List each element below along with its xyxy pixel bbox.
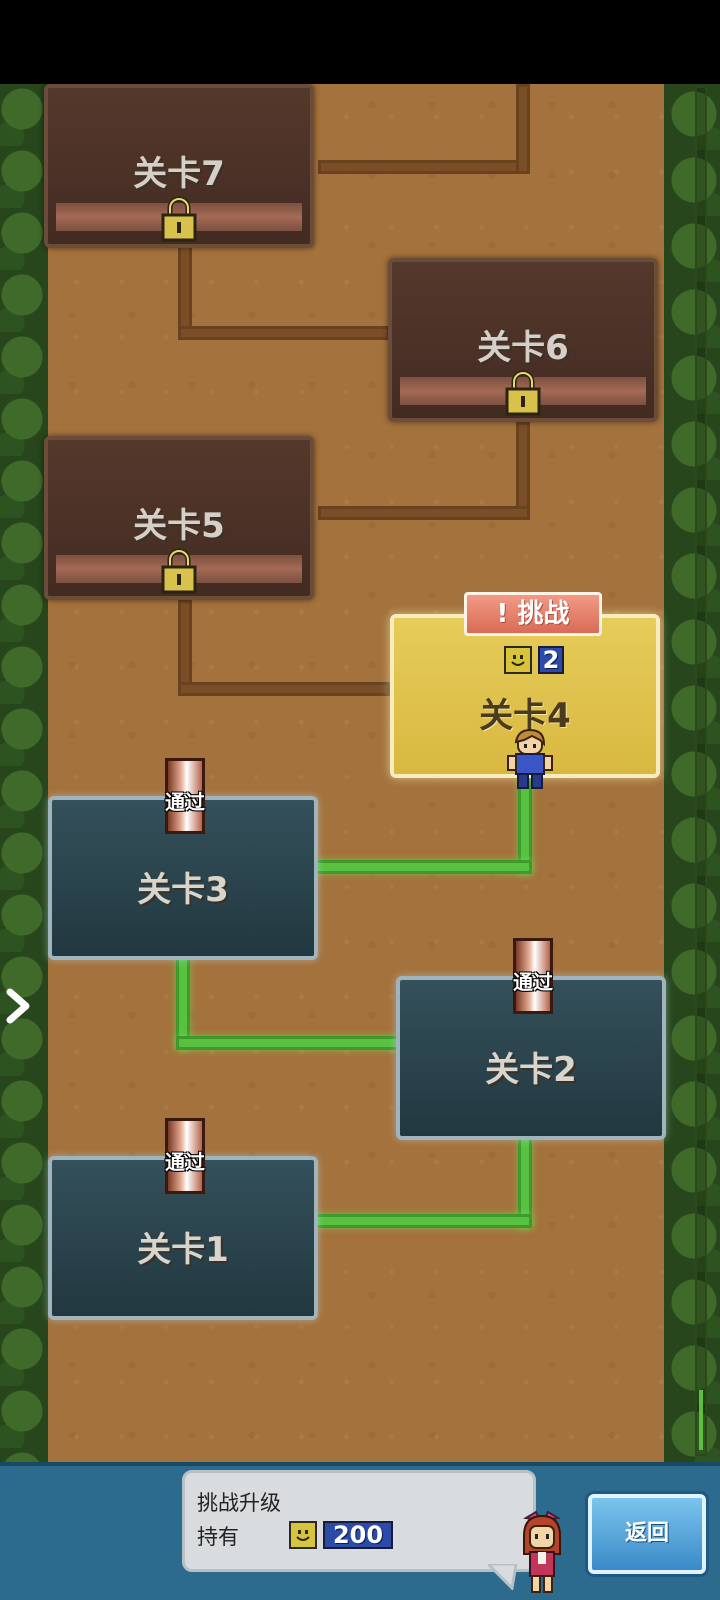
lock-icon: [505, 370, 541, 416]
path-7-6-h: [318, 160, 530, 174]
owned-points-value: 200: [323, 1521, 393, 1549]
lock-icon: [161, 196, 197, 242]
path-5-4-h: [178, 682, 390, 696]
smile-point-icon: [289, 1521, 317, 1549]
map-scrollbar-thumb[interactable]: [699, 1390, 703, 1450]
level-7-label: 关卡7: [133, 154, 225, 194]
speech-bubble: 挑战升级 持有 200: [182, 1470, 536, 1572]
chevron-right-icon[interactable]: [4, 986, 34, 1026]
pass-label: 通过: [513, 970, 553, 994]
pass-badge: 通过: [160, 1118, 210, 1202]
path-4-3-h: [300, 860, 532, 874]
smile-point-icon: [504, 646, 532, 674]
path-2-1-h: [300, 1214, 532, 1228]
path-3-2-h: [176, 1036, 412, 1050]
forest-left: [0, 84, 48, 1462]
speech-bubble-tail: [488, 1564, 518, 1590]
challenge-tag[interactable]: ! 挑战: [464, 592, 602, 636]
level-6-label: 关卡6: [477, 328, 569, 368]
level-7-card[interactable]: 关卡7: [44, 84, 314, 248]
pass-label: 通过: [165, 1150, 205, 1174]
lock-icon: [161, 548, 197, 594]
player-character-icon: [507, 728, 553, 789]
level-5-label: 关卡5: [133, 506, 225, 546]
guide-character-icon: [523, 1510, 561, 1593]
pass-label: 通过: [165, 790, 205, 814]
pass-badge: 通过: [508, 938, 558, 1022]
level-4-card[interactable]: 关卡4: [390, 614, 660, 789]
status-bar: [0, 0, 720, 84]
challenge-cost: 2: [538, 646, 564, 674]
level-1-label: 关卡1: [137, 1230, 229, 1270]
path-7-6-v: [516, 84, 530, 174]
level-6-card[interactable]: 关卡6: [388, 258, 658, 422]
pass-badge: 通过: [160, 758, 210, 842]
level-5-card[interactable]: 关卡5: [44, 436, 314, 600]
map-scrollbar[interactable]: [695, 86, 707, 1456]
owned-label: 持有: [197, 1525, 239, 1549]
path-6-5-h: [318, 506, 530, 520]
path-6-left: [178, 326, 390, 340]
forest-right: [664, 84, 720, 1462]
return-button[interactable]: 返回: [588, 1494, 706, 1574]
level-3-label: 关卡3: [137, 870, 229, 910]
challenge-upgrade-label: 挑战升级: [197, 1491, 281, 1515]
level-2-label: 关卡2: [485, 1050, 577, 1090]
path-3-2-v: [176, 950, 190, 1050]
